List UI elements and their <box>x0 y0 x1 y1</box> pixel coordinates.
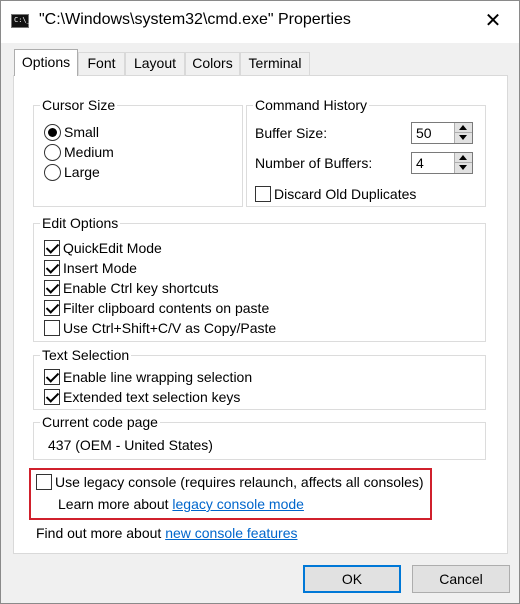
ctrl-shortcuts-checkbox[interactable]: Enable Ctrl key shortcuts <box>44 278 219 298</box>
checkbox-icon[interactable] <box>44 240 60 256</box>
tab-options[interactable]: Options <box>14 49 78 76</box>
ctrl-shift-copy-paste-checkbox[interactable]: Use Ctrl+Shift+C/V as Copy/Paste <box>44 318 276 338</box>
radio-label: Small <box>64 124 100 140</box>
properties-dialog: C:\_ "C:\Windows\system32\cmd.exe" Prope… <box>0 0 520 604</box>
checkbox-icon[interactable] <box>44 260 60 276</box>
spin-up-icon[interactable] <box>455 123 472 133</box>
cmd-app-icon: C:\_ <box>11 14 31 28</box>
radio-label: Medium <box>64 144 114 160</box>
tab-colors[interactable]: Colors <box>185 52 240 75</box>
legacy-console-mode-link[interactable]: legacy console mode <box>172 496 304 512</box>
tab-terminal[interactable]: Terminal <box>240 52 310 75</box>
tab-font[interactable]: Font <box>78 52 125 75</box>
filter-clipboard-checkbox[interactable]: Filter clipboard contents on paste <box>44 298 269 318</box>
quickedit-mode-checkbox[interactable]: QuickEdit Mode <box>44 238 162 258</box>
buffer-size-label: Buffer Size: <box>255 125 328 141</box>
find-out-more-prefix: Find out more about <box>36 525 166 541</box>
cursor-size-title: Cursor Size <box>40 96 118 114</box>
checkbox-label: Use Ctrl+Shift+C/V as Copy/Paste <box>63 320 277 336</box>
spin-up-icon[interactable] <box>455 153 472 163</box>
checkbox-icon[interactable] <box>44 300 60 316</box>
checkbox-icon[interactable] <box>36 474 52 490</box>
checkbox-label: Enable line wrapping selection <box>63 369 253 385</box>
spinner-buttons <box>454 123 472 143</box>
text-selection-title: Text Selection <box>40 346 132 364</box>
code-page-value: 437 (OEM - United States) <box>48 437 213 453</box>
edit-options-title: Edit Options <box>40 214 121 232</box>
find-out-more-text: Find out more about new console features <box>36 525 298 541</box>
checkbox-icon[interactable] <box>44 280 60 296</box>
checkbox-label: Filter clipboard contents on paste <box>63 300 270 316</box>
checkbox-icon[interactable] <box>44 320 60 336</box>
tab-layout[interactable]: Layout <box>125 52 185 75</box>
legacy-console-checkbox[interactable]: Use legacy console (requires relaunch, a… <box>36 472 424 492</box>
radio-button-icon[interactable] <box>44 163 61 181</box>
code-page-group: Current code page 437 (OEM - United Stat… <box>33 413 486 460</box>
learn-more-prefix: Learn more about <box>58 496 173 512</box>
new-console-features-link[interactable]: new console features <box>165 525 297 541</box>
checkbox-label: Use legacy console (requires relaunch, a… <box>55 474 424 490</box>
cursor-large-radio[interactable]: Large <box>44 162 100 182</box>
close-icon[interactable]: ✕ <box>481 9 505 33</box>
checkbox-label: Insert Mode <box>63 260 137 276</box>
num-buffers-spinner[interactable]: 4 <box>411 152 473 174</box>
checkbox-icon[interactable] <box>255 186 271 202</box>
buffer-size-value[interactable]: 50 <box>416 125 432 141</box>
checkbox-label: Discard Old Duplicates <box>274 186 417 202</box>
cursor-size-group: Cursor Size Small Medium Large <box>33 96 243 207</box>
checkbox-icon[interactable] <box>44 369 60 385</box>
cursor-small-radio[interactable]: Small <box>44 122 99 142</box>
window-title: "C:\Windows\system32\cmd.exe" Properties <box>39 11 351 28</box>
code-page-title: Current code page <box>40 413 160 431</box>
num-buffers-label: Number of Buffers: <box>255 155 373 171</box>
spin-down-icon[interactable] <box>455 133 472 143</box>
line-wrapping-checkbox[interactable]: Enable line wrapping selection <box>44 367 252 387</box>
spin-down-icon[interactable] <box>455 163 472 173</box>
discard-duplicates-checkbox[interactable]: Discard Old Duplicates <box>255 184 416 204</box>
checkbox-icon[interactable] <box>44 389 60 405</box>
cursor-medium-radio[interactable]: Medium <box>44 142 114 162</box>
insert-mode-checkbox[interactable]: Insert Mode <box>44 258 137 278</box>
num-buffers-value[interactable]: 4 <box>416 155 424 171</box>
text-selection-group: Text Selection Enable line wrapping sele… <box>33 346 486 410</box>
cancel-button[interactable]: Cancel <box>412 565 510 593</box>
radio-button-icon[interactable] <box>44 143 61 161</box>
extended-selection-checkbox[interactable]: Extended text selection keys <box>44 387 240 407</box>
buffer-size-spinner[interactable]: 50 <box>411 122 473 144</box>
ok-button[interactable]: OK <box>303 565 401 593</box>
command-history-group: Command History Buffer Size: 50 Number o… <box>246 96 486 207</box>
radio-button-icon[interactable] <box>44 123 61 141</box>
title-bar: C:\_ "C:\Windows\system32\cmd.exe" Prope… <box>1 1 519 43</box>
options-panel: Cursor Size Small Medium Large Command H… <box>13 75 508 554</box>
legacy-learn-more-text: Learn more about legacy console mode <box>58 496 304 512</box>
checkbox-label: Extended text selection keys <box>63 389 241 405</box>
radio-label: Large <box>64 164 100 180</box>
edit-options-group: Edit Options QuickEdit Mode Insert Mode … <box>33 214 486 342</box>
command-history-title: Command History <box>253 96 370 114</box>
checkbox-label: QuickEdit Mode <box>63 240 162 256</box>
checkbox-label: Enable Ctrl key shortcuts <box>63 280 219 296</box>
spinner-buttons <box>454 153 472 173</box>
